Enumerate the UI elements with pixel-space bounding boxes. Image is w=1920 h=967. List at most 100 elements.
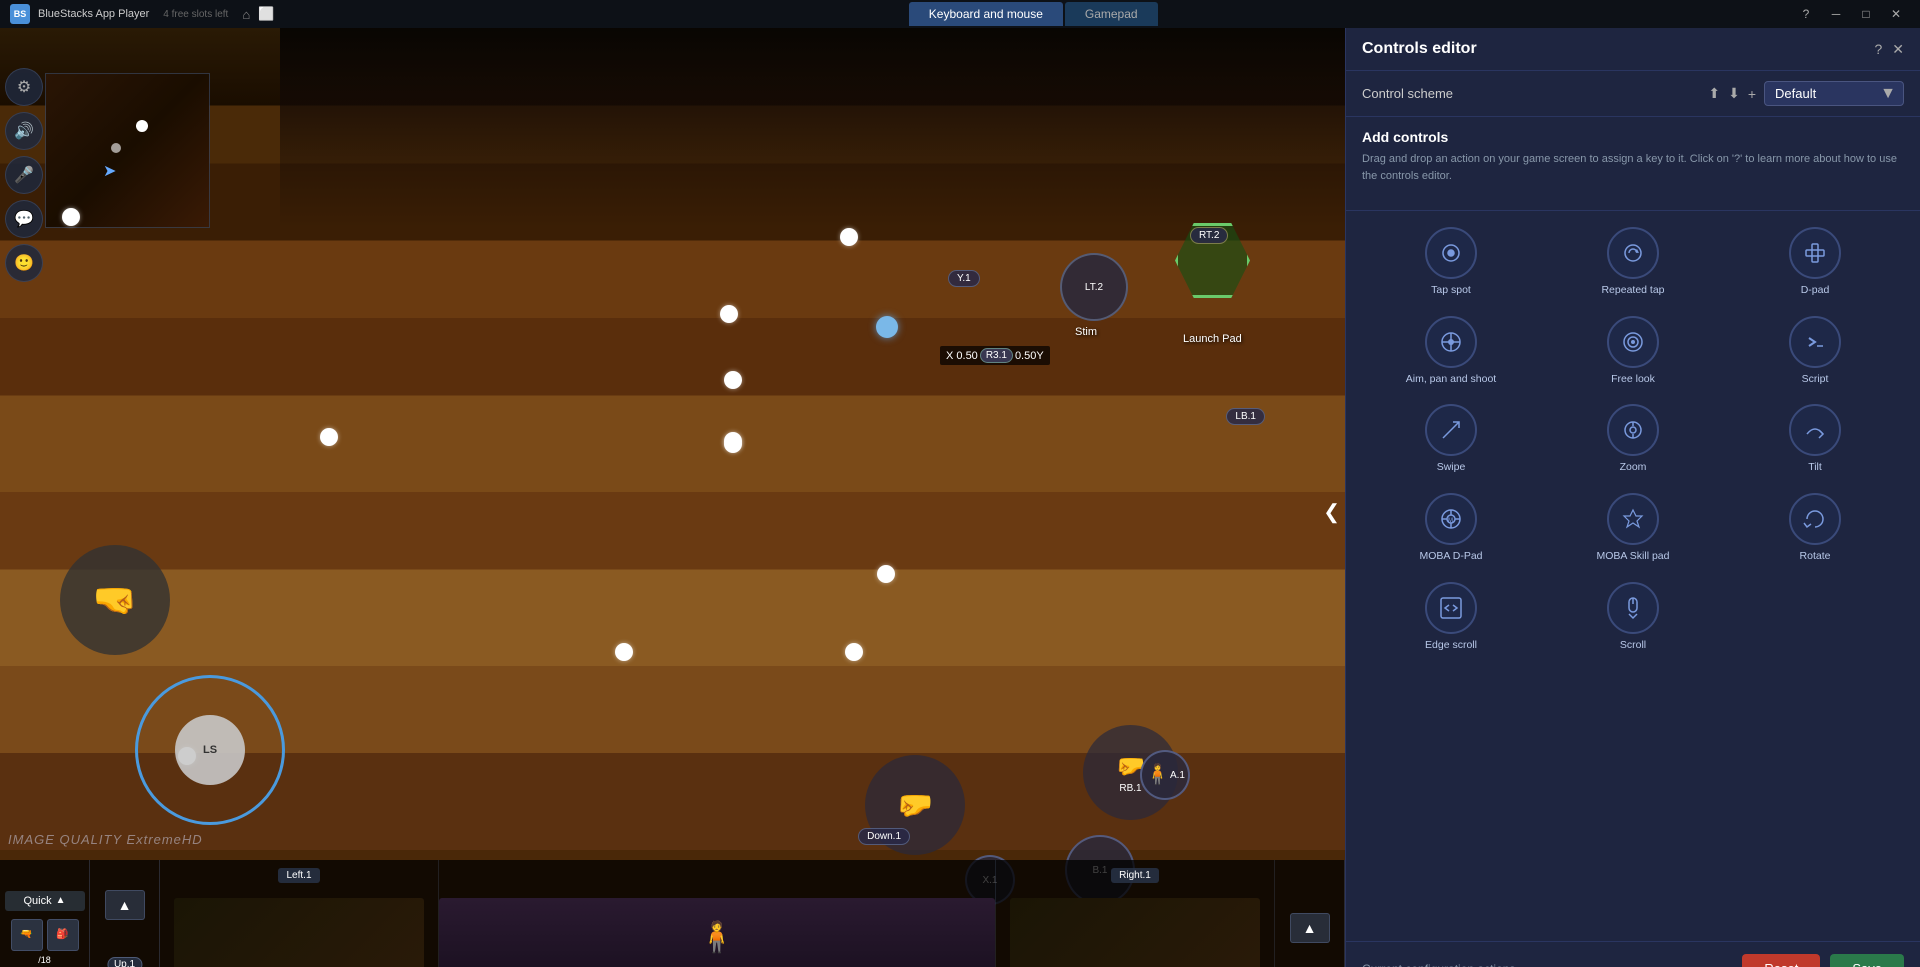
ctrl-empty — [1726, 574, 1904, 659]
quick-icon-gun[interactable]: 🔫 — [11, 919, 43, 951]
ammo-count: /18 — [38, 955, 51, 965]
scheme-share-btn[interactable]: ⬆ — [1708, 85, 1720, 102]
maximize-btn[interactable]: □ — [1852, 0, 1880, 28]
minimap-dot-2 — [111, 143, 121, 153]
save-button[interactable]: Save — [1830, 954, 1904, 967]
ctrl-tilt[interactable]: Tilt — [1726, 396, 1904, 481]
character-image: 🧍 — [439, 898, 995, 967]
stim-label: Stim — [1075, 326, 1097, 338]
ctrl-free-look[interactable]: Free look — [1544, 308, 1722, 393]
scheme-import-btn[interactable]: ⬇ — [1728, 85, 1740, 102]
chat-icon-btn[interactable]: 💬 — [5, 200, 43, 238]
scheme-select[interactable]: Default — [1764, 81, 1904, 106]
swipe-svg — [1437, 416, 1465, 444]
scheme-select-wrapper: Default ▼ — [1764, 81, 1904, 106]
ctrl-aim-pan-shoot[interactable]: Aim, pan and shoot — [1362, 308, 1540, 393]
scroll-label: Scroll — [1620, 639, 1646, 653]
ctrl-moba-d-pad[interactable]: M MOBA D-Pad — [1362, 485, 1540, 570]
app-title-content: BS BlueStacks App Player 4 free slots le… — [10, 4, 228, 24]
repeated-tap-icon-wrap — [1607, 227, 1659, 279]
panel-header-icons: ? ✕ — [1874, 41, 1904, 58]
nav-right-up-btn[interactable]: ▲ — [1290, 913, 1330, 943]
nav-up-btn[interactable]: ▲ — [105, 890, 145, 920]
scheme-actions: ⬆ ⬇ + Default ▼ — [1708, 81, 1904, 106]
tab-keyboard-mouse[interactable]: Keyboard and mouse — [909, 2, 1063, 26]
moba-skill-pad-icon-wrap — [1607, 493, 1659, 545]
moba-d-pad-label: MOBA D-Pad — [1419, 550, 1482, 564]
ctrl-tap-spot[interactable]: Tap spot — [1362, 219, 1540, 304]
repeated-tap-svg — [1619, 239, 1647, 267]
reset-button[interactable]: Reset — [1742, 954, 1820, 967]
emoji-icon-btn[interactable]: 🙂 — [5, 244, 43, 282]
r3-badge: R3.1 — [980, 348, 1013, 363]
moba-d-pad-icon-wrap: M — [1425, 493, 1477, 545]
left-sidebar: ⚙ 🔊 🎤 💬 🙂 — [5, 68, 43, 282]
white-dot-9 — [615, 643, 633, 661]
controls-grid: Tap spot Repeated tap — [1346, 211, 1920, 666]
controls-row-2: Aim, pan and shoot Free look — [1362, 308, 1904, 393]
hand-icon-control[interactable]: 🤜 — [60, 545, 170, 655]
joystick-ls[interactable]: LS — [135, 675, 285, 825]
script-svg — [1801, 328, 1829, 356]
game-area: ⚙ 🔊 🎤 💬 🙂 ➤ — [0, 28, 1345, 967]
ctrl-swipe[interactable]: Swipe — [1362, 396, 1540, 481]
collapse-arrow[interactable]: ❮ — [1323, 499, 1340, 524]
home-icon[interactable]: ⌂ — [242, 7, 250, 22]
settings-icon-btn[interactable]: ⚙ — [5, 68, 43, 106]
center-player-slot[interactable]: 🧍 — [439, 860, 996, 967]
add-controls-section: Add controls Drag and drop an action on … — [1346, 117, 1920, 211]
tilt-svg — [1801, 416, 1829, 444]
mic-icon-btn[interactable]: 🎤 — [5, 156, 43, 194]
panel-header: Controls editor ? ✕ — [1346, 28, 1920, 71]
bottom-action-bar: Quick ▲ 🔫 🎒 /18 ▲ — [0, 860, 1345, 967]
zoom-icon-wrap — [1607, 404, 1659, 456]
swipe-label: Swipe — [1437, 461, 1466, 475]
ctrl-d-pad[interactable]: D-pad — [1726, 219, 1904, 304]
scheme-add-btn[interactable]: + — [1748, 86, 1756, 102]
app-content: ⚙ 🔊 🎤 💬 🙂 ➤ — [0, 28, 1920, 967]
ctrl-repeated-tap[interactable]: Repeated tap — [1544, 219, 1722, 304]
aim-pan-shoot-icon-wrap — [1425, 316, 1477, 368]
panel-close-icon[interactable]: ✕ — [1892, 41, 1904, 58]
mini-map: ➤ — [45, 73, 210, 228]
white-dot-8 — [877, 565, 895, 583]
quick-label: Quick ▲ — [5, 891, 85, 911]
tab-gamepad[interactable]: Gamepad — [1065, 2, 1158, 26]
ctrl-edge-scroll[interactable]: Edge scroll — [1362, 574, 1540, 659]
right1-slot[interactable]: Right.1 — [996, 860, 1275, 967]
footer-buttons: Reset Save — [1742, 954, 1904, 967]
panel-help-icon[interactable]: ? — [1874, 41, 1882, 58]
launch-pad-label: Launch Pad — [1183, 333, 1242, 345]
tap-spot-svg — [1437, 239, 1465, 267]
aim-pan-shoot-label: Aim, pan and shoot — [1406, 373, 1496, 387]
down-badge: Down.1 — [858, 828, 910, 845]
minimize-btn[interactable]: ─ — [1822, 0, 1850, 28]
controls-row-4: M MOBA D-Pad MOBA Skill pad — [1362, 485, 1904, 570]
ctrl-moba-skill-pad[interactable]: MOBA Skill pad — [1544, 485, 1722, 570]
nav-arrows-right: ▲ — [1275, 860, 1345, 967]
window-icon[interactable]: ⬜ — [258, 6, 274, 22]
thumbstick-icon: 🤛 — [896, 788, 933, 823]
launch-pad-control[interactable]: RT.2 — [1175, 223, 1250, 298]
left1-slot[interactable]: Left.1 — [160, 860, 439, 967]
tilt-icon-wrap — [1789, 404, 1841, 456]
ctrl-zoom[interactable]: Zoom — [1544, 396, 1722, 481]
help-btn[interactable]: ? — [1792, 0, 1820, 28]
a1-button[interactable]: 🧍 A.1 — [1140, 750, 1190, 800]
panel-title: Controls editor — [1362, 40, 1477, 58]
script-label: Script — [1802, 373, 1829, 387]
rotate-svg — [1801, 505, 1829, 533]
lt2-control[interactable]: LT.2 — [1060, 253, 1128, 321]
ctrl-rotate[interactable]: Rotate — [1726, 485, 1904, 570]
quick-section: Quick ▲ 🔫 🎒 /18 — [0, 860, 90, 967]
close-btn[interactable]: ✕ — [1882, 0, 1910, 28]
ctrl-script[interactable]: Script — [1726, 308, 1904, 393]
footer-label: Current configuration actions — [1362, 962, 1515, 967]
white-dot-1 — [62, 208, 80, 226]
lb1-badge: LB.1 — [1226, 408, 1265, 425]
audio-icon-btn[interactable]: 🔊 — [5, 112, 43, 150]
ctrl-scroll[interactable]: Scroll — [1544, 574, 1722, 659]
action-slots: Left.1 🧍 Right.1 — [160, 860, 1275, 967]
moba-d-svg: M — [1437, 505, 1465, 533]
quick-icon-pack[interactable]: 🎒 — [47, 919, 79, 951]
